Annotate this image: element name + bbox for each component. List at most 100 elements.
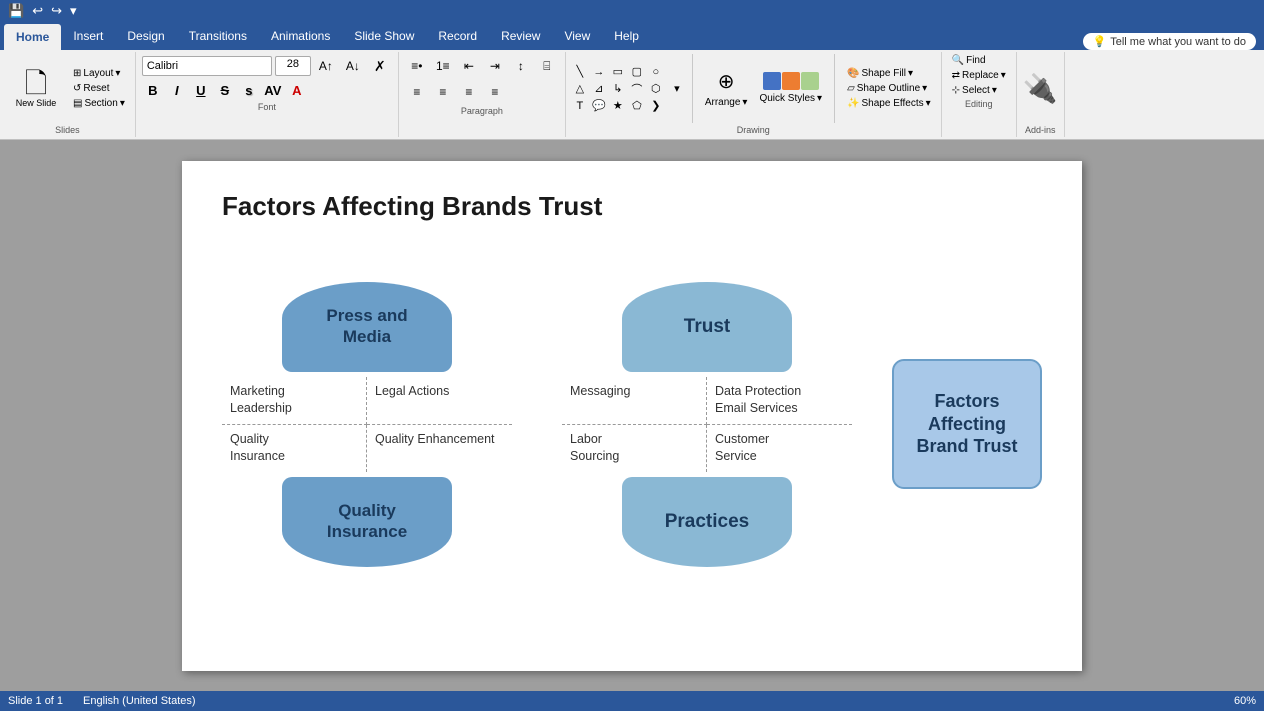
quality-enh-cell: Quality Enhancement bbox=[367, 425, 512, 472]
align-right-button[interactable]: ≡ bbox=[457, 80, 481, 104]
bullets-button[interactable]: ≡• bbox=[405, 54, 429, 78]
paragraph-group-label: Paragraph bbox=[461, 106, 503, 116]
curve-shape[interactable]: ⌒ bbox=[629, 81, 645, 97]
fontcolor-button[interactable]: A bbox=[286, 80, 308, 100]
rangle-shape[interactable]: ⊿ bbox=[591, 81, 607, 97]
labor-cell: Labor Sourcing bbox=[562, 425, 707, 472]
shape-effects-button[interactable]: ✨ Shape Effects ▾ bbox=[843, 97, 935, 110]
line-spacing-button[interactable]: ↕ bbox=[509, 54, 533, 78]
star-shape[interactable]: ★ bbox=[610, 98, 626, 114]
slide-title[interactable]: Factors Affecting Brands Trust bbox=[222, 191, 1042, 222]
tab-animations[interactable]: Animations bbox=[259, 22, 342, 50]
replace-button[interactable]: ⇄ Replace ▾ bbox=[948, 69, 1010, 82]
freeform-shape[interactable]: ⬡ bbox=[648, 81, 664, 97]
select-button[interactable]: ⊹ Select ▾ bbox=[948, 84, 1010, 97]
lightbulb-icon: 💡 bbox=[1093, 35, 1107, 48]
arrange-button[interactable]: Arrange ▾ bbox=[701, 96, 752, 109]
undo-icon[interactable]: ↩ bbox=[30, 2, 45, 20]
factors-shape[interactable]: Factors Affecting Brand Trust bbox=[892, 359, 1042, 489]
shape-format-controls: 🎨 Shape Fill ▾ ▱ Shape Outline ▾ ✨ Shape… bbox=[843, 67, 935, 110]
fill-chevron-icon: ▾ bbox=[908, 68, 913, 79]
editing-group: 🔍 Find ⇄ Replace ▾ ⊹ Select ▾ Editing bbox=[942, 52, 1017, 137]
replace-icon: ⇄ bbox=[952, 70, 960, 81]
align-left-button[interactable]: ≡ bbox=[405, 80, 429, 104]
font-size-box[interactable]: 28 bbox=[275, 56, 311, 76]
shapes-grid: ╲ → ▭ ▢ ○ △ ⊿ ↳ ⌒ ⬡ T 💬 ★ ⬠ ❯ bbox=[572, 64, 666, 114]
clear-format-button[interactable]: ✗ bbox=[368, 54, 392, 78]
slide-sub-buttons: ⊞ Layout ▾ ↺ Reset ▤ Section ▾ bbox=[69, 67, 129, 110]
tab-design[interactable]: Design bbox=[115, 22, 176, 50]
oval-shape[interactable]: ○ bbox=[648, 64, 664, 80]
quality-insurance-label: Quality Insurance bbox=[327, 501, 407, 542]
increase-font-button[interactable]: A↑ bbox=[314, 54, 338, 78]
reset-button[interactable]: ↺ Reset bbox=[69, 82, 129, 95]
tab-review[interactable]: Review bbox=[489, 22, 552, 50]
line-shape[interactable]: ╲ bbox=[572, 64, 588, 80]
triangle-shape[interactable]: △ bbox=[572, 81, 588, 97]
add-column-button[interactable]: ⌸ bbox=[535, 54, 559, 78]
strikethrough-button[interactable]: S bbox=[214, 80, 236, 100]
practices-shape[interactable]: Practices bbox=[622, 477, 792, 567]
save-icon[interactable]: 💾 bbox=[6, 2, 26, 20]
quick-styles-container: Quick Styles ▾ bbox=[755, 72, 826, 105]
callout-shape[interactable]: 💬 bbox=[591, 98, 607, 114]
underline-button[interactable]: U bbox=[190, 80, 212, 100]
bold-button[interactable]: B bbox=[142, 80, 164, 100]
style2[interactable] bbox=[782, 72, 800, 90]
section-icon: ▤ bbox=[73, 98, 82, 109]
numbering-button[interactable]: 1≡ bbox=[431, 54, 455, 78]
select-icon: ⊹ bbox=[952, 85, 960, 96]
select-chevron-icon: ▾ bbox=[992, 85, 997, 96]
reset-icon: ↺ bbox=[73, 83, 81, 94]
style3[interactable] bbox=[801, 72, 819, 90]
align-center-button[interactable]: ≡ bbox=[431, 80, 455, 104]
addins-icon-area: 🔌 bbox=[1023, 54, 1058, 123]
increase-indent-button[interactable]: ⇥ bbox=[483, 54, 507, 78]
chevron-shape[interactable]: ❯ bbox=[648, 98, 664, 114]
shape-fill-button[interactable]: 🎨 Shape Fill ▾ bbox=[843, 67, 935, 80]
trust-shape[interactable]: Trust bbox=[622, 282, 792, 372]
pentagon-shape[interactable]: ⬠ bbox=[629, 98, 645, 114]
rect-shape[interactable]: ▭ bbox=[610, 64, 626, 80]
tab-home[interactable]: Home bbox=[4, 24, 61, 50]
arrow-shape[interactable]: → bbox=[591, 64, 607, 80]
tab-record[interactable]: Record bbox=[426, 22, 489, 50]
find-button[interactable]: 🔍 Find bbox=[948, 54, 1010, 67]
slides-group-label: Slides bbox=[55, 125, 80, 135]
press-media-shape[interactable]: Press and Media bbox=[282, 282, 452, 372]
messaging-cell: Messaging bbox=[562, 377, 707, 425]
tab-transitions[interactable]: Transitions bbox=[177, 22, 259, 50]
quality-insurance-shape[interactable]: Quality Insurance bbox=[282, 477, 452, 567]
language-info: English (United States) bbox=[83, 695, 196, 707]
layout-button[interactable]: ⊞ Layout ▾ bbox=[69, 67, 129, 80]
factors-label: Factors Affecting Brand Trust bbox=[916, 390, 1017, 458]
shape-outline-button[interactable]: ▱ Shape Outline ▾ bbox=[843, 82, 935, 95]
tell-me-input[interactable]: 💡 Tell me what you want to do bbox=[1083, 33, 1256, 50]
slide[interactable]: Factors Affecting Brands Trust Press and… bbox=[182, 161, 1082, 671]
bent-arrow-shape[interactable]: ↳ bbox=[610, 81, 626, 97]
shadow-button[interactable]: s bbox=[238, 80, 260, 100]
tab-view[interactable]: View bbox=[552, 22, 602, 50]
tab-insert[interactable]: Insert bbox=[61, 22, 115, 50]
decrease-indent-button[interactable]: ⇤ bbox=[457, 54, 481, 78]
rounded-rect-shape[interactable]: ▢ bbox=[629, 64, 645, 80]
decrease-font-button[interactable]: A↓ bbox=[341, 54, 365, 78]
style1[interactable] bbox=[763, 72, 781, 90]
new-slide-button[interactable]: 🗋 New Slide bbox=[6, 68, 66, 110]
customize-icon[interactable]: ▾ bbox=[68, 2, 79, 20]
font-name-box[interactable]: Calibri bbox=[142, 56, 272, 76]
tab-slideshow[interactable]: Slide Show bbox=[342, 22, 426, 50]
charspacing-button[interactable]: AV bbox=[262, 80, 284, 100]
shapes-expand-button[interactable]: ▾ bbox=[670, 65, 684, 113]
shape-outline-icon: ▱ bbox=[847, 83, 855, 94]
section-button[interactable]: ▤ Section ▾ bbox=[69, 97, 129, 110]
redo-icon[interactable]: ↪ bbox=[49, 2, 64, 20]
replace-chevron-icon: ▾ bbox=[1001, 70, 1006, 81]
font-group-label: Font bbox=[258, 102, 276, 112]
addins-group-label: Add-ins bbox=[1025, 125, 1056, 135]
textbox-shape[interactable]: T bbox=[572, 98, 588, 114]
quick-styles-button[interactable]: Quick Styles ▾ bbox=[755, 92, 826, 105]
tab-help[interactable]: Help bbox=[602, 22, 651, 50]
italic-button[interactable]: I bbox=[166, 80, 188, 100]
justify-button[interactable]: ≡ bbox=[483, 80, 507, 104]
